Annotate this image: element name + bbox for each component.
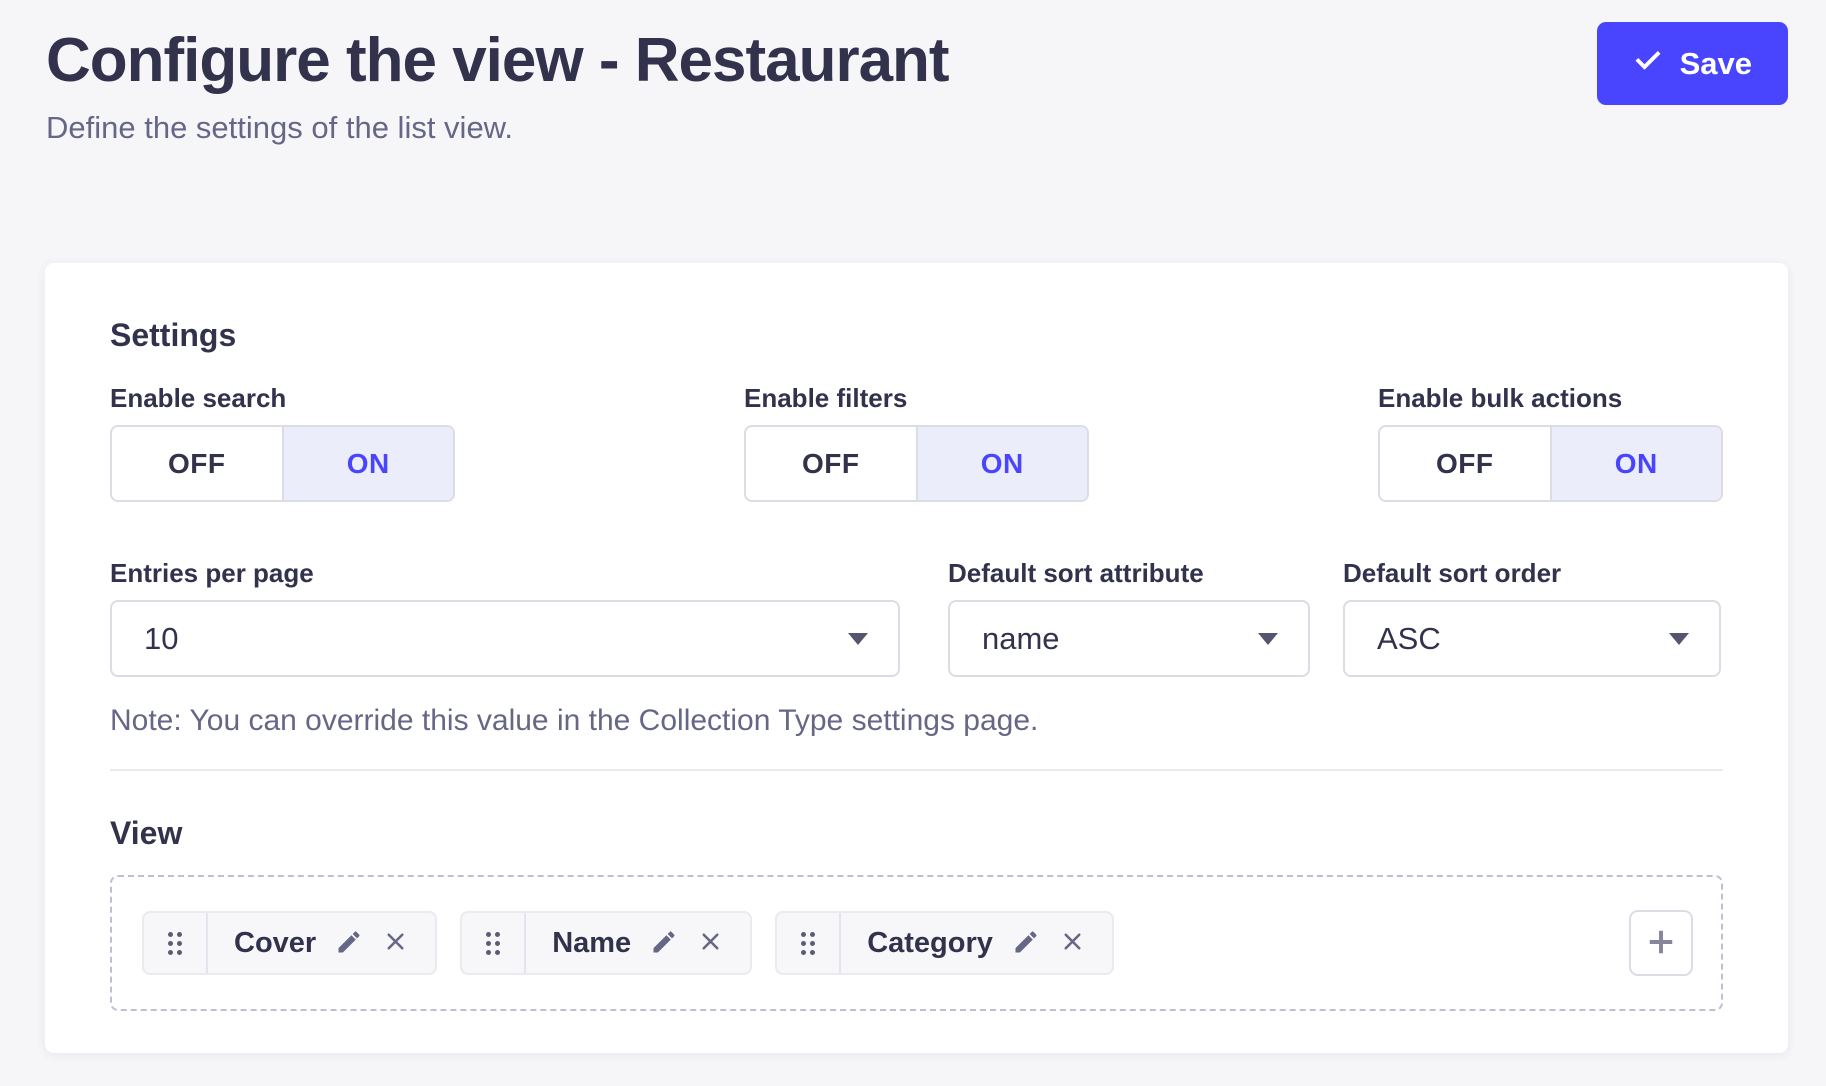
add-field-button[interactable] [1629,910,1693,976]
configure-view-card: Settings Enable search OFF ON Enable fil… [45,263,1788,1053]
caret-down-icon [848,633,868,645]
remove-field-button[interactable] [1059,928,1086,958]
default-sort-attribute-select[interactable]: name [948,600,1310,677]
enable-filters-toggle-off[interactable]: OFF [746,427,918,500]
field-chip-body: Category [841,913,1112,973]
toggles-row: Enable search OFF ON Enable filters OFF … [110,383,1723,502]
enable-search-label: Enable search [110,383,455,413]
default-sort-attribute-value: name [982,621,1060,657]
enable-search-toggle[interactable]: OFF ON [110,425,455,502]
enable-search-toggle-off[interactable]: OFF [112,427,284,500]
default-sort-order-field: Default sort order ASC [1343,558,1721,677]
entries-per-page-note: Note: You can override this value in the… [110,703,1723,739]
edit-field-button[interactable] [1012,928,1040,959]
section-divider [110,769,1723,771]
field-chip-label: Category [867,927,993,960]
page-header: Configure the view - Restaurant Define t… [0,0,1826,148]
remove-field-button[interactable] [697,928,724,958]
enable-search-toggle-on[interactable]: ON [284,427,454,500]
enable-filters-field: Enable filters OFF ON [744,383,1089,502]
save-button[interactable]: Save [1597,22,1788,105]
edit-field-button[interactable] [650,928,678,959]
enable-filters-toggle[interactable]: OFF ON [744,425,1089,502]
field-chip-body: Cover [208,913,435,973]
field-chip-body: Name [526,913,750,973]
selects-row: Entries per page 10 Default sort attribu… [110,558,1723,677]
enable-filters-toggle-on[interactable]: ON [918,427,1088,500]
field-chip-category[interactable]: Category [775,911,1114,975]
view-fields-list: Cover [142,911,1114,975]
field-chip-label: Cover [234,927,316,960]
default-sort-order-label: Default sort order [1343,558,1721,588]
enable-bulk-actions-toggle[interactable]: OFF ON [1378,425,1723,502]
enable-filters-label: Enable filters [744,383,1089,413]
drag-dots-icon [168,932,182,955]
default-sort-order-value: ASC [1377,621,1441,657]
caret-down-icon [1669,633,1689,645]
check-icon [1633,45,1663,83]
field-chip-cover[interactable]: Cover [142,911,437,975]
default-sort-order-select[interactable]: ASC [1343,600,1721,677]
plus-icon [1643,924,1679,963]
drag-dots-icon [801,932,815,955]
drag-handle-icon[interactable] [144,913,208,973]
default-sort-attribute-label: Default sort attribute [948,558,1310,588]
close-icon [697,928,724,958]
enable-bulk-actions-field: Enable bulk actions OFF ON [1378,383,1723,502]
drag-handle-icon[interactable] [462,913,526,973]
entries-per-page-label: Entries per page [110,558,900,588]
enable-bulk-actions-toggle-off[interactable]: OFF [1380,427,1552,500]
caret-down-icon [1258,633,1278,645]
remove-field-button[interactable] [382,928,409,958]
enable-bulk-actions-toggle-on[interactable]: ON [1552,427,1722,500]
entries-per-page-field: Entries per page 10 [110,558,900,677]
page-title: Configure the view - Restaurant [46,22,949,100]
page-header-text: Configure the view - Restaurant Define t… [46,22,949,148]
save-button-label: Save [1680,46,1752,82]
page-subtitle: Define the settings of the list view. [46,108,949,148]
pencil-icon [1012,928,1040,959]
close-icon [1059,928,1086,958]
view-section-title: View [110,815,1723,851]
default-sort-attribute-field: Default sort attribute name [948,558,1310,677]
drag-dots-icon [486,932,500,955]
field-chip-label: Name [552,927,631,960]
drag-handle-icon[interactable] [777,913,841,973]
pencil-icon [335,928,363,959]
view-fields-dropzone: Cover [110,875,1723,1011]
settings-section-title: Settings [110,317,1723,353]
close-icon [382,928,409,958]
entries-per-page-value: 10 [144,621,178,657]
enable-bulk-actions-label: Enable bulk actions [1378,383,1723,413]
enable-search-field: Enable search OFF ON [110,383,455,502]
field-chip-name[interactable]: Name [460,911,752,975]
entries-per-page-select[interactable]: 10 [110,600,900,677]
pencil-icon [650,928,678,959]
edit-field-button[interactable] [335,928,363,959]
